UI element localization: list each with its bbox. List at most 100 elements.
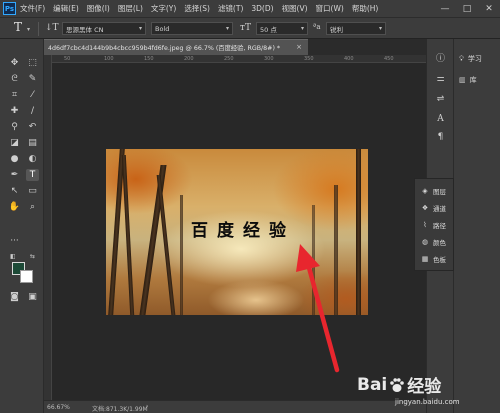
zoom-tool-icon[interactable]: ⌕ bbox=[26, 201, 39, 213]
font-size-value: 50 点 bbox=[260, 25, 277, 34]
zoom-level[interactable]: 66.67% bbox=[47, 404, 70, 411]
menu-layer[interactable]: 图层(L) bbox=[118, 3, 143, 14]
paragraph-icon[interactable]: ¶ bbox=[434, 131, 447, 144]
swatches-tab[interactable]: ▦ 色板 bbox=[421, 253, 446, 264]
anti-alias-value: 锐利 bbox=[330, 25, 343, 34]
more-tools-icon[interactable]: ··· bbox=[8, 235, 21, 247]
quick-mask-icon[interactable]: ◙ bbox=[8, 291, 21, 303]
swap-colors-icon[interactable]: ⇆ bbox=[30, 253, 35, 260]
anti-alias-select[interactable]: 锐利 ▾ bbox=[326, 22, 386, 35]
menu-file[interactable]: 文件(F) bbox=[20, 3, 45, 14]
shape-tool-icon[interactable]: ▭ bbox=[26, 185, 39, 197]
menu-type[interactable]: 文字(Y) bbox=[151, 3, 176, 14]
learn-label: 学习 bbox=[467, 55, 482, 63]
chevron-down-icon: ▾ bbox=[138, 25, 142, 32]
red-arrow-annotation bbox=[296, 244, 340, 373]
properties-icon[interactable]: ⇌ bbox=[434, 93, 447, 106]
blur-tool-icon[interactable]: ● bbox=[8, 153, 21, 165]
anti-alias-icon: ªa bbox=[313, 23, 321, 31]
type-tool-icon[interactable]: T bbox=[26, 169, 39, 181]
menu-3d[interactable]: 3D(D) bbox=[251, 4, 273, 13]
background-color-swatch[interactable] bbox=[20, 270, 33, 283]
font-style-value: Bold bbox=[155, 24, 170, 33]
learn-panel: 💡︎ 学习 ▥ 库 bbox=[453, 39, 500, 413]
document-size[interactable]: 文档:871.3K/1.99M bbox=[92, 404, 148, 413]
menu-window[interactable]: 窗口(W) bbox=[316, 3, 344, 14]
learn-tab[interactable]: 💡︎ 学习 bbox=[459, 53, 482, 65]
menu-bar: Ps 文件(F) 编辑(E) 图像(I) 图层(L) 文字(Y) 选择(S) 滤… bbox=[0, 0, 500, 17]
paths-icon: ⌇ bbox=[423, 220, 427, 229]
adjustments-icon[interactable]: ⚌ bbox=[434, 73, 447, 86]
color-tab[interactable]: ◍ 颜色 bbox=[421, 236, 446, 247]
quick-select-tool-icon[interactable]: ✎ bbox=[26, 73, 39, 85]
lasso-tool-icon[interactable]: ᘓ bbox=[8, 73, 21, 85]
layers-label: 图层 bbox=[433, 187, 446, 196]
watermark-url: jingyan.baidu.com bbox=[395, 398, 460, 406]
clone-stamp-tool-icon[interactable]: ⚲ bbox=[8, 121, 21, 133]
brush-tool-icon[interactable]: ∕ bbox=[26, 105, 39, 117]
move-tool-icon[interactable]: ✥ bbox=[8, 57, 21, 69]
vertical-ruler bbox=[44, 55, 52, 400]
dodge-tool-icon[interactable]: ◐ bbox=[26, 153, 39, 165]
layers-panel-group: ◈ 图层 ❖ 通道 ⌇ 路径 ◍ 颜色 ▦ 色板 bbox=[414, 178, 454, 271]
crop-tool-icon[interactable]: ⌗ bbox=[8, 89, 21, 101]
healing-tool-icon[interactable]: ✚ bbox=[8, 105, 21, 117]
layers-tab[interactable]: ◈ 图层 bbox=[421, 185, 446, 196]
pen-tool-icon[interactable]: ✒ bbox=[8, 169, 21, 181]
eraser-tool-icon[interactable]: ◪ bbox=[8, 137, 21, 149]
watermark-jingyan: 经验 bbox=[407, 377, 442, 397]
channels-tab[interactable]: ❖ 通道 bbox=[421, 202, 446, 213]
chevron-down-icon[interactable]: ▾ bbox=[27, 26, 30, 33]
font-style-select[interactable]: Bold ▾ bbox=[151, 22, 233, 35]
swatches-label: 色板 bbox=[433, 255, 446, 264]
chevron-down-icon: ▾ bbox=[225, 25, 229, 32]
menu-image[interactable]: 图像(I) bbox=[87, 3, 110, 14]
library-label: 库 bbox=[469, 76, 477, 84]
font-family-value: 思源黑体 CN bbox=[66, 25, 104, 34]
options-bar: T ▾ ↓T 思源黑体 CN ▾ Bold ▾ ᴛT 50 点 ▾ ªa 锐利 … bbox=[0, 17, 500, 39]
layers-icon: ◈ bbox=[422, 186, 428, 195]
minimize-button[interactable]: — bbox=[434, 0, 456, 17]
watermark-bai: Bai bbox=[357, 374, 388, 395]
channels-icon: ❖ bbox=[421, 203, 429, 212]
horizontal-ruler: 50 100 150 200 250 300 350 400 450 bbox=[44, 55, 426, 63]
chevron-down-icon: ▾ bbox=[378, 25, 382, 32]
menu-select[interactable]: 选择(S) bbox=[184, 3, 210, 14]
lightbulb-icon: 💡︎ bbox=[459, 54, 464, 63]
type-tool-icon[interactable]: T bbox=[14, 20, 22, 34]
eyedropper-tool-icon[interactable]: ⁄ bbox=[26, 89, 39, 101]
text-orientation-icon[interactable]: ↓T bbox=[45, 23, 59, 33]
font-size-select[interactable]: 50 点 ▾ bbox=[256, 22, 308, 35]
character-icon[interactable]: A bbox=[434, 113, 447, 126]
info-icon[interactable]: ⓘ bbox=[434, 53, 447, 66]
gradient-tool-icon[interactable]: ▤ bbox=[26, 137, 39, 149]
path-select-tool-icon[interactable]: ↖ bbox=[8, 185, 21, 197]
library-tab[interactable]: ▥ 库 bbox=[459, 74, 477, 86]
baidu-jingyan-watermark: Bai 经验 jingyan.baidu.com bbox=[357, 372, 500, 413]
menu-filter[interactable]: 滤镜(T) bbox=[218, 3, 243, 14]
menu-view[interactable]: 视图(V) bbox=[282, 3, 308, 14]
hand-tool-icon[interactable]: ✋ bbox=[8, 201, 21, 213]
document-tab-bar: 4d6df7cbc4d144b9b4cbcc959b4fd6fe.jpeg @ … bbox=[40, 39, 426, 55]
default-colors-icon[interactable]: ◧ bbox=[10, 253, 16, 260]
status-arrow-icon[interactable]: › bbox=[146, 403, 148, 410]
document-tab[interactable]: 4d6df7cbc4d144b9b4cbcc959b4fd6fe.jpeg @ … bbox=[40, 39, 308, 55]
chevron-down-icon: ▾ bbox=[300, 25, 304, 32]
history-brush-tool-icon[interactable]: ↶ bbox=[26, 121, 39, 133]
color-icon: ◍ bbox=[421, 237, 429, 246]
tab-close-icon[interactable]: × bbox=[296, 43, 302, 51]
close-button[interactable]: ✕ bbox=[478, 0, 500, 17]
baidu-paw-icon bbox=[390, 377, 405, 392]
text-layer[interactable]: 百度经验 bbox=[106, 216, 368, 241]
swatches-icon: ▦ bbox=[421, 254, 429, 263]
font-family-select[interactable]: 思源黑体 CN ▾ bbox=[62, 22, 146, 35]
marquee-tool-icon[interactable]: ⬚ bbox=[26, 57, 39, 69]
channels-label: 通道 bbox=[433, 204, 446, 213]
maximize-button[interactable]: □ bbox=[456, 0, 478, 17]
document-tab-title: 4d6df7cbc4d144b9b4cbcc959b4fd6fe.jpeg @ … bbox=[48, 45, 281, 52]
menu-edit[interactable]: 编辑(E) bbox=[53, 3, 79, 14]
screen-mode-icon[interactable]: ▣ bbox=[26, 291, 39, 303]
menu-help[interactable]: 帮助(H) bbox=[352, 3, 379, 14]
paths-tab[interactable]: ⌇ 路径 bbox=[421, 219, 446, 230]
paths-label: 路径 bbox=[433, 221, 446, 230]
